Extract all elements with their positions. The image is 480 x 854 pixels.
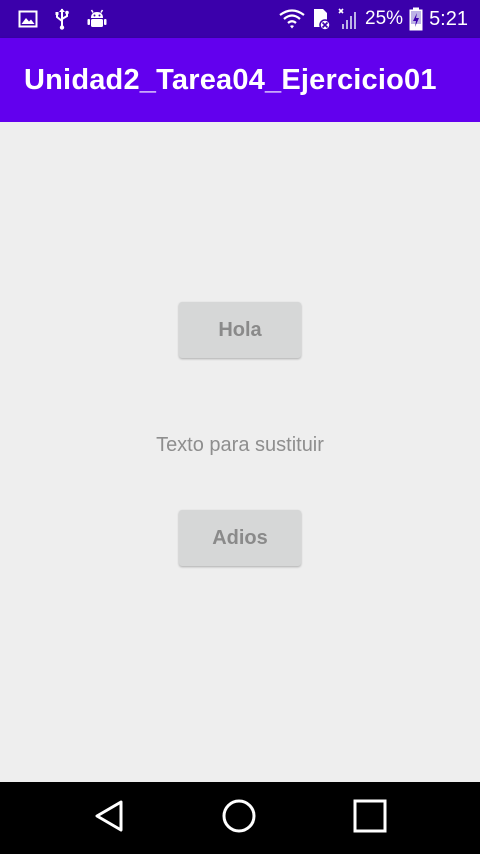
status-time: 5:21 [429, 7, 468, 30]
battery-charging-icon [409, 7, 423, 31]
home-button[interactable] [199, 782, 279, 854]
wifi-icon [279, 9, 305, 29]
signal-off-icon [337, 7, 359, 31]
image-icon [18, 9, 38, 29]
recents-icon [353, 799, 387, 838]
main-content: Hola Texto para sustituir Adios [0, 122, 480, 782]
android-debug-icon [86, 8, 108, 30]
app-bar: Unidad2_Tarea04_Ejercicio01 [0, 38, 480, 122]
status-bar: 25% 5:21 [0, 0, 480, 38]
home-icon [221, 798, 257, 839]
recents-button[interactable] [330, 782, 410, 854]
back-button[interactable] [69, 782, 149, 854]
status-bar-left [18, 8, 108, 30]
battery-percent: 25% [365, 8, 404, 29]
app-title: Unidad2_Tarea04_Ejercicio01 [24, 63, 437, 96]
status-bar-right: 25% 5:21 [279, 7, 468, 31]
sim-card-error-icon [311, 7, 331, 31]
adios-button[interactable]: Adios [179, 510, 301, 566]
navigation-bar [0, 782, 480, 854]
hola-button[interactable]: Hola [179, 302, 301, 358]
usb-icon [54, 8, 70, 30]
replaceable-text: Texto para sustituir [156, 434, 324, 456]
screen: 25% 5:21 Unidad2_Tarea04_Ejercicio01 Hol… [0, 0, 480, 854]
back-icon [93, 799, 125, 838]
